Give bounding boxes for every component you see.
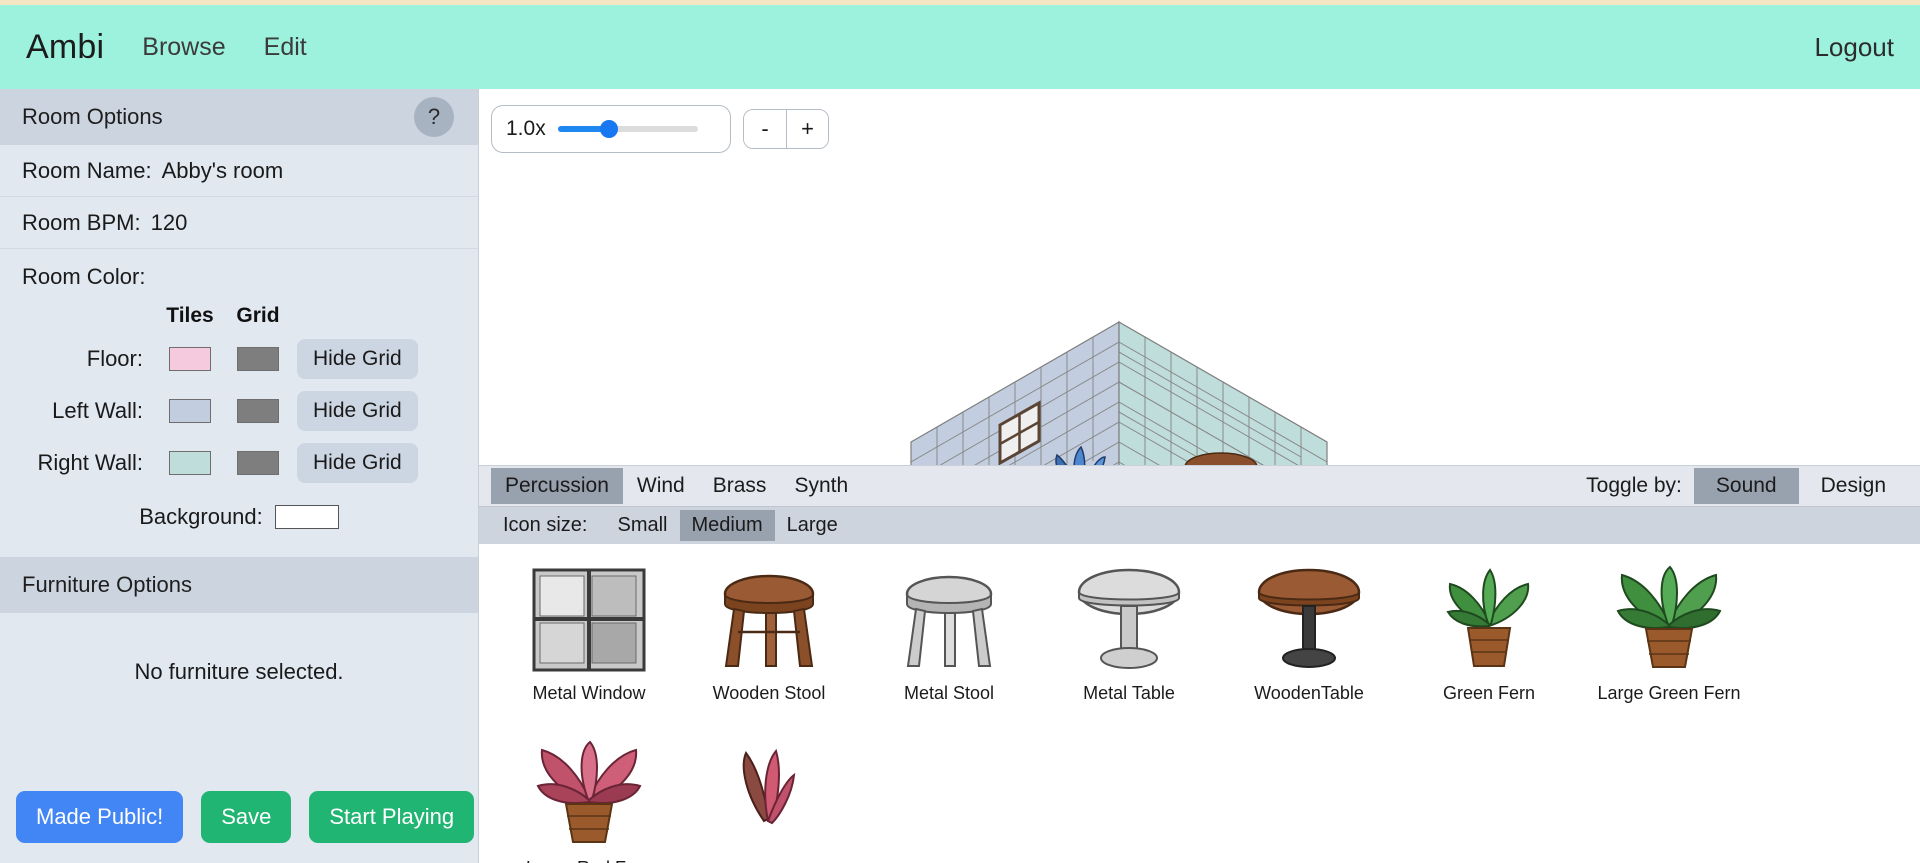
right-wall-grid-swatch[interactable] bbox=[237, 451, 279, 475]
right-wall-label: Right Wall: bbox=[37, 450, 143, 475]
furniture-label: Metal Table bbox=[1083, 682, 1175, 703]
toggle-by-label: Toggle by: bbox=[1586, 473, 1682, 497]
floor-grid-swatch[interactable] bbox=[237, 347, 279, 371]
metal-stool-icon bbox=[894, 558, 1004, 683]
tab-percussion[interactable]: Percussion bbox=[491, 467, 623, 504]
wooden-stool-icon bbox=[714, 558, 824, 683]
room-options-title: Room Options bbox=[22, 104, 163, 129]
icon-size-bar: Icon size: Small Medium Large bbox=[479, 505, 1920, 544]
room-canvas[interactable] bbox=[479, 159, 1920, 465]
sidebar: Room Options ? Room Name: Abby's room Ro… bbox=[0, 89, 479, 863]
furniture-item-metal-window[interactable]: Metal Window bbox=[499, 558, 679, 733]
zoom-in-button[interactable]: + bbox=[786, 110, 828, 148]
room-name-row[interactable]: Room Name: Abby's room bbox=[0, 145, 478, 197]
furniture-item-red-fern[interactable] bbox=[679, 733, 859, 863]
floor-tile-swatch[interactable] bbox=[169, 347, 211, 371]
left-wall-hide-grid-button[interactable]: Hide Grid bbox=[297, 391, 418, 431]
floor-hide-grid-button[interactable]: Hide Grid bbox=[297, 339, 418, 379]
col-header-tiles: Tiles bbox=[166, 304, 214, 327]
red-fern-icon bbox=[714, 733, 824, 858]
zoom-out-button[interactable]: - bbox=[744, 110, 786, 148]
furniture-label: Wooden Stool bbox=[712, 682, 826, 703]
furniture-label: WoodenTable bbox=[1254, 682, 1364, 703]
large-green-fern-icon bbox=[1610, 558, 1728, 683]
left-wall-grid-swatch[interactable] bbox=[237, 399, 279, 423]
furniture-item-green-fern[interactable]: Green Fern bbox=[1399, 558, 1579, 733]
app-brand: Ambi bbox=[26, 27, 105, 66]
logout-link[interactable]: Logout bbox=[1814, 32, 1894, 63]
nav-edit[interactable]: Edit bbox=[264, 33, 307, 62]
furniture-item-metal-stool[interactable]: Metal Stool bbox=[859, 558, 1039, 733]
zoom-toolbar: 1.0x - + bbox=[479, 89, 1920, 159]
zoom-control[interactable]: 1.0x bbox=[491, 105, 731, 153]
furniture-options-title: Furniture Options bbox=[22, 572, 192, 597]
room-name-label: Room Name: bbox=[22, 157, 152, 183]
start-playing-button[interactable]: Start Playing bbox=[309, 791, 475, 843]
main-panel: 1.0x - + Percussion Wind Brass Synth Tog… bbox=[479, 89, 1920, 863]
no-furniture-message: No furniture selected. bbox=[134, 659, 344, 684]
furniture-label: Green Fern bbox=[1442, 682, 1536, 703]
icon-size-large[interactable]: Large bbox=[775, 510, 850, 541]
room-name-value[interactable]: Abby's room bbox=[162, 158, 284, 184]
furniture-item-large-red-fern[interactable]: Large Red Fern bbox=[499, 733, 679, 863]
background-row: Background: bbox=[22, 489, 456, 545]
icon-size-small[interactable]: Small bbox=[605, 510, 679, 541]
furniture-label: Large Green Fern bbox=[1597, 682, 1741, 703]
furniture-label: Large Red Fern bbox=[526, 858, 652, 863]
zoom-slider-thumb[interactable] bbox=[599, 120, 618, 138]
color-row-floor: Floor: Hide Grid bbox=[22, 333, 456, 385]
right-wall-tile-swatch[interactable] bbox=[169, 451, 211, 475]
room-bpm-value[interactable]: 120 bbox=[151, 210, 188, 236]
app-header: Ambi Browse Edit Logout bbox=[0, 5, 1920, 89]
right-wall-hide-grid-button[interactable]: Hide Grid bbox=[297, 443, 418, 483]
category-tab-bar: Percussion Wind Brass Synth Toggle by: S… bbox=[479, 464, 1920, 506]
furniture-item-large-green-fern[interactable]: Large Green Fern bbox=[1579, 558, 1759, 733]
metal-table-icon bbox=[1071, 558, 1187, 683]
toggle-option-design[interactable]: Design bbox=[1799, 468, 1908, 504]
zoom-value-label: 1.0x bbox=[506, 117, 546, 140]
furniture-palette[interactable]: Metal Window Wooden Stool Metal Stool Me… bbox=[479, 543, 1920, 863]
floor-label: Floor: bbox=[86, 346, 143, 371]
wooden-table-icon bbox=[1251, 558, 1367, 683]
made-public-button[interactable]: Made Public! bbox=[16, 791, 184, 843]
nav-browse[interactable]: Browse bbox=[142, 33, 225, 62]
metal-window-icon bbox=[530, 558, 648, 683]
color-row-right-wall: Right Wall: Hide Grid bbox=[22, 437, 456, 489]
save-button[interactable]: Save bbox=[201, 791, 292, 843]
room-options-header: Room Options ? bbox=[0, 89, 478, 145]
icon-size-medium[interactable]: Medium bbox=[679, 509, 775, 541]
room-color-table: Tiles Grid Floor: Hide Grid Left Wall: H… bbox=[0, 299, 478, 557]
help-icon[interactable]: ? bbox=[414, 97, 454, 137]
left-wall-tile-swatch[interactable] bbox=[169, 399, 211, 423]
left-wall-label: Left Wall: bbox=[52, 398, 143, 423]
room-color-label: Room Color: bbox=[22, 264, 146, 289]
furniture-options-header: Furniture Options bbox=[0, 557, 478, 613]
furniture-item-wooden-stool[interactable]: Wooden Stool bbox=[679, 558, 859, 733]
zoom-slider[interactable] bbox=[557, 119, 698, 139]
zoom-stepper: - + bbox=[743, 109, 829, 149]
icon-size-label: Icon size: bbox=[503, 513, 588, 536]
body-wrapper: Room Options ? Room Name: Abby's room Ro… bbox=[0, 89, 1920, 863]
col-header-grid: Grid bbox=[236, 304, 280, 327]
room-bpm-label: Room BPM: bbox=[22, 209, 141, 235]
furniture-label: Metal Window bbox=[532, 682, 646, 703]
background-color-swatch[interactable] bbox=[274, 505, 339, 529]
tab-wind[interactable]: Wind bbox=[623, 468, 699, 504]
sidebar-action-bar: Made Public! Save Start Playing bbox=[0, 791, 478, 863]
color-row-left-wall: Left Wall: Hide Grid bbox=[22, 385, 456, 437]
color-table-header: Tiles Grid bbox=[22, 299, 456, 333]
background-label: Background: bbox=[139, 504, 263, 529]
furniture-item-metal-table[interactable]: Metal Table bbox=[1039, 558, 1219, 733]
tab-synth[interactable]: Synth bbox=[780, 468, 862, 504]
room-bpm-row[interactable]: Room BPM: 120 bbox=[0, 197, 478, 249]
furniture-item-wooden-table[interactable]: WoodenTable bbox=[1219, 558, 1399, 733]
toggle-option-sound[interactable]: Sound bbox=[1693, 467, 1799, 504]
large-red-fern-icon bbox=[530, 733, 648, 858]
furniture-label: Metal Stool bbox=[903, 682, 995, 703]
tab-brass[interactable]: Brass bbox=[699, 468, 781, 504]
green-fern-icon bbox=[1434, 558, 1544, 683]
isometric-room[interactable] bbox=[479, 159, 1919, 465]
